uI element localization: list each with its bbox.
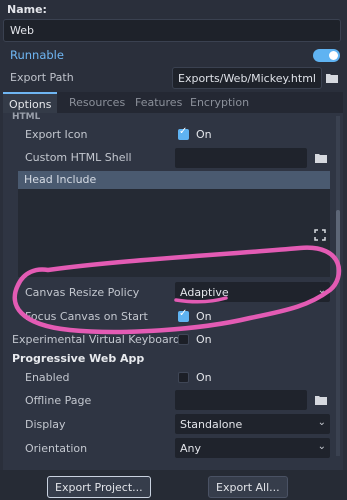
scrollbar-track[interactable] [336, 116, 340, 456]
orientation-dropdown[interactable]: Any ⌄ [175, 438, 330, 458]
runnable-toggle[interactable] [313, 49, 340, 62]
chevron-down-icon: ⌄ [317, 285, 326, 296]
display-value: Standalone [180, 418, 243, 431]
focus-canvas-checkbox[interactable] [178, 308, 189, 322]
folder-icon[interactable] [324, 70, 340, 86]
tab-bar: Options Resources Features Encryption [3, 92, 343, 113]
canvas-resize-policy-dropdown[interactable]: Adaptive ⌄ [175, 282, 330, 302]
tab-encryption[interactable]: Encryption [184, 92, 255, 113]
custom-html-shell-label: Custom HTML Shell [25, 151, 132, 164]
export-path-label: Export Path [10, 71, 74, 84]
scrollbar-thumb[interactable] [336, 210, 340, 280]
export-project-button[interactable]: Export Project... [47, 476, 151, 498]
folder-icon[interactable] [313, 392, 329, 408]
head-include-textarea[interactable] [18, 189, 330, 277]
display-dropdown[interactable]: Standalone ⌄ [175, 414, 330, 434]
canvas-resize-policy-label: Canvas Resize Policy [25, 286, 140, 299]
tab-features[interactable]: Features [129, 92, 188, 113]
runnable-label: Runnable [10, 48, 64, 62]
export-path-input[interactable]: Exports/Web/Mickey.html [172, 67, 322, 89]
chevron-down-icon: ⌄ [317, 441, 326, 452]
folder-icon[interactable] [313, 150, 329, 166]
tab-options[interactable]: Options [3, 92, 57, 113]
pwa-enabled-label: Enabled [25, 371, 70, 384]
export-icon-value: On [196, 128, 212, 141]
focus-canvas-label: Focus Canvas on Start [25, 310, 148, 323]
export-icon-checkbox[interactable] [178, 126, 189, 140]
orientation-value: Any [180, 442, 202, 455]
head-include-header: Head Include [18, 171, 330, 189]
export-all-button[interactable]: Export All... [208, 476, 288, 498]
display-label: Display [25, 418, 66, 431]
experimental-vk-value: On [196, 333, 212, 346]
tab-resources[interactable]: Resources [63, 92, 131, 113]
experimental-vk-checkbox[interactable] [178, 334, 189, 345]
export-icon-label: Export Icon [25, 128, 88, 141]
offline-page-label: Offline Page [25, 394, 92, 407]
canvas-resize-policy-value: Adaptive [180, 286, 229, 299]
pwa-section-title: Progressive Web App [12, 352, 145, 365]
custom-html-shell-input[interactable] [175, 148, 307, 168]
pwa-enabled-value: On [196, 371, 212, 384]
experimental-vk-label: Experimental Virtual Keyboard [12, 333, 180, 346]
offline-page-input[interactable] [175, 390, 307, 410]
name-input[interactable]: Web [3, 19, 341, 42]
name-label: Name: [7, 3, 47, 16]
focus-canvas-value: On [196, 310, 212, 323]
chevron-down-icon: ⌄ [317, 417, 326, 428]
orientation-label: Orientation [25, 442, 88, 455]
pwa-enabled-checkbox[interactable] [178, 372, 189, 383]
expand-icon[interactable] [314, 229, 326, 241]
section-html-title: HTML [12, 112, 41, 119]
